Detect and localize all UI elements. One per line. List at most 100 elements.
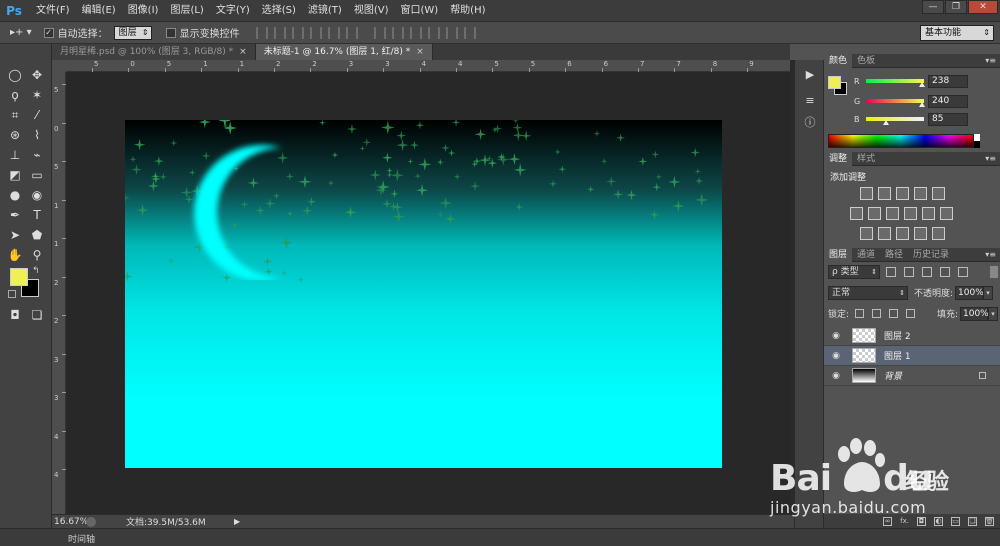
show-transform-checkbox[interactable] — [165, 27, 176, 38]
smart-object-filter-icon[interactable] — [958, 266, 968, 277]
fill-arrow[interactable]: ▾ — [988, 306, 998, 321]
hand-tool-icon[interactable]: ✋ — [6, 246, 24, 264]
tab-moon-stars[interactable]: 月明星稀.psd @ 100% (图层 3, RGB/8) * × — [52, 44, 256, 60]
delete-layer-icon[interactable]: 🗑 — [985, 516, 994, 526]
info-icon[interactable]: ⓘ — [802, 114, 818, 130]
path-selection-tool-icon[interactable]: ➤ — [6, 226, 24, 244]
close-button[interactable]: ✕ — [968, 0, 998, 14]
gradient-map-icon[interactable] — [914, 227, 927, 240]
threshold-icon[interactable] — [896, 227, 909, 240]
align-vcenter-icon[interactable] — [273, 26, 286, 39]
red-slider-thumb[interactable] — [919, 82, 925, 87]
status-menu-arrow[interactable]: ▶ — [234, 517, 240, 526]
zoom-tool-icon[interactable]: ⚲ — [28, 246, 46, 264]
workspace-dropdown[interactable]: 基本功能 — [920, 25, 994, 41]
eraser-tool-icon[interactable]: ◩ — [6, 166, 24, 184]
visibility-eye-icon[interactable]: ◉ — [830, 371, 842, 381]
invert-icon[interactable] — [860, 227, 873, 240]
menu-edit[interactable]: 编辑(E) — [76, 0, 122, 22]
black-white-ramp[interactable] — [974, 134, 980, 148]
blue-slider[interactable] — [866, 117, 924, 125]
fill-input[interactable]: 100% — [960, 306, 989, 321]
tab-history[interactable]: 历史记录 — [908, 248, 954, 262]
lock-all-icon[interactable] — [906, 309, 916, 318]
align-bottom-icon[interactable] — [291, 26, 304, 39]
menu-window[interactable]: 窗口(W) — [394, 0, 444, 22]
distribute-bottom-icon[interactable] — [409, 26, 422, 39]
tab-channels[interactable]: 通道 — [852, 248, 880, 262]
black-white-icon[interactable] — [886, 207, 899, 220]
align-top-icon[interactable] — [255, 26, 268, 39]
menu-image[interactable]: 图像(I) — [122, 0, 165, 22]
red-value-input[interactable]: 238 — [928, 74, 968, 88]
tab-paths[interactable]: 路径 — [880, 248, 908, 262]
tab-adjustments[interactable]: 调整 — [824, 151, 853, 166]
align-hcenter-icon[interactable] — [327, 26, 340, 39]
distribute-left-icon[interactable] — [427, 26, 440, 39]
shape-filter-icon[interactable] — [940, 266, 950, 277]
red-slider[interactable] — [866, 79, 925, 87]
panel-menu-icon[interactable]: ▾≡ — [985, 154, 996, 163]
play-icon[interactable]: ▶ — [802, 66, 818, 82]
layer-row-layer-2[interactable]: ◉ 图层 2 — [824, 326, 1000, 346]
distribute-vcenter-icon[interactable] — [391, 26, 404, 39]
visibility-eye-icon[interactable]: ◉ — [830, 331, 842, 341]
menu-view[interactable]: 视图(V) — [348, 0, 395, 22]
pixel-filter-icon[interactable] — [886, 266, 896, 277]
photo-filter-icon[interactable] — [904, 207, 917, 220]
visibility-eye-icon[interactable]: ◉ — [830, 351, 842, 361]
distribute-right-icon[interactable] — [463, 26, 476, 39]
new-group-icon[interactable]: ▭ — [951, 516, 960, 526]
magic-wand-tool-icon[interactable]: ✶ — [28, 86, 46, 104]
move-tool-preset[interactable]: ▸+ ▾ — [10, 27, 32, 38]
tab-color[interactable]: 颜色 — [824, 53, 853, 68]
menu-filter[interactable]: 滤镜(T) — [302, 0, 348, 22]
healing-brush-tool-icon[interactable]: ⊛ — [6, 126, 24, 144]
foreground-color-swatch[interactable] — [10, 268, 28, 286]
lasso-tool-icon[interactable]: ϙ — [6, 86, 24, 104]
opacity-arrow[interactable]: ▾ — [983, 285, 994, 300]
brush-tool-icon[interactable]: ⌇ — [28, 126, 46, 144]
selective-color-icon[interactable] — [932, 227, 945, 240]
layer-row-background[interactable]: ◉ 背景 — [824, 366, 1000, 386]
tab-styles[interactable]: 样式 — [852, 152, 880, 166]
green-slider[interactable] — [866, 99, 925, 107]
curves-icon[interactable] — [896, 187, 909, 200]
panel-menu-icon[interactable]: ▾≡ — [985, 250, 996, 259]
restore-button[interactable]: ❐ — [945, 0, 967, 14]
green-slider-thumb[interactable] — [919, 102, 925, 107]
canvas-area[interactable] — [66, 72, 790, 514]
fx-icon[interactable]: fx. — [900, 517, 909, 526]
menu-file[interactable]: 文件(F) — [30, 0, 76, 22]
auto-select-dropdown[interactable]: 图层 — [113, 25, 152, 40]
menu-select[interactable]: 选择(S) — [256, 0, 302, 22]
channel-mixer-icon[interactable] — [922, 207, 935, 220]
hue-saturation-icon[interactable] — [850, 207, 863, 220]
menu-help[interactable]: 帮助(H) — [444, 0, 491, 22]
distribute-hcenter-icon[interactable] — [445, 26, 458, 39]
quick-mask-icon[interactable]: ◘ — [6, 306, 24, 324]
blue-value-input[interactable]: 85 — [928, 112, 968, 126]
exposure-icon[interactable] — [914, 187, 927, 200]
shape-tool-icon[interactable]: ⬟ — [28, 226, 46, 244]
menu-layer[interactable]: 图层(L) — [164, 0, 209, 22]
layer-kind-filter[interactable]: ρ 类型 — [828, 264, 880, 279]
link-layers-icon[interactable]: ∞ — [883, 516, 893, 526]
zoom-level[interactable]: 16.67% — [52, 517, 88, 527]
levels-icon[interactable] — [878, 187, 891, 200]
minimize-button[interactable]: — — [922, 0, 944, 14]
green-value-input[interactable]: 240 — [928, 94, 968, 108]
dodge-tool-icon[interactable]: ◉ — [28, 186, 46, 204]
color-balance-icon[interactable] — [868, 207, 881, 220]
tab-close-icon[interactable]: × — [239, 44, 247, 60]
document-canvas[interactable] — [125, 120, 722, 468]
status-info-icon[interactable] — [86, 516, 96, 527]
new-layer-icon[interactable]: ❏ — [968, 516, 977, 526]
posterize-icon[interactable] — [878, 227, 891, 240]
pen-tool-icon[interactable]: ✒ — [6, 206, 24, 224]
tab-layers[interactable]: 图层 — [824, 247, 853, 262]
layer-row-layer-1[interactable]: ◉ 图层 1 — [824, 346, 1000, 366]
menu-type[interactable]: 文字(Y) — [210, 0, 256, 22]
eyedropper-tool-icon[interactable]: ⁄ — [28, 106, 46, 124]
crop-tool-icon[interactable]: ⌗ — [6, 106, 24, 124]
